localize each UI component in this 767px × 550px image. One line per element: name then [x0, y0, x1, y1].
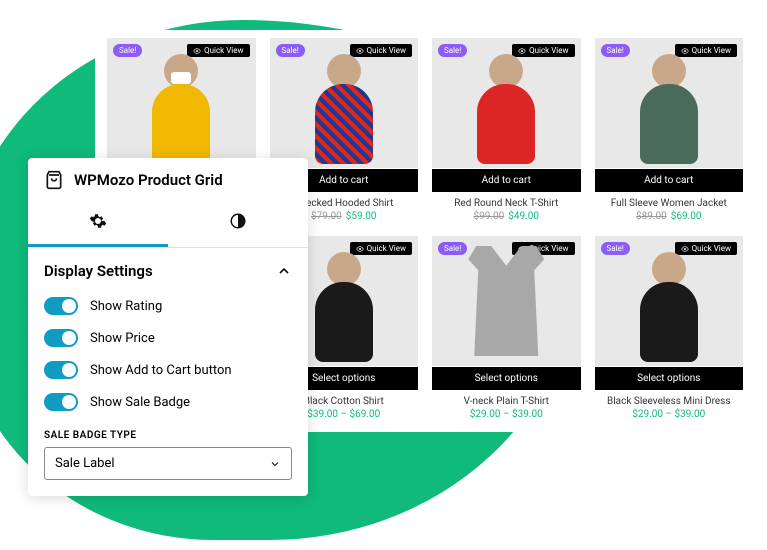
product-card[interactable]: Sale! Quick View Select options V-neck P…	[432, 236, 581, 420]
select-options-button[interactable]: Select options	[432, 367, 581, 390]
contrast-icon	[229, 212, 247, 230]
panel-title: WPMozo Product Grid	[74, 171, 223, 189]
select-value: Sale Label	[55, 456, 115, 471]
product-title: Black Sleeveless Mini Dress	[595, 396, 744, 407]
sale-badge-type-label: SALE BADGE TYPE	[28, 418, 308, 447]
add-to-cart-button[interactable]: Add to cart	[595, 169, 744, 192]
product-image: Sale! Quick View	[595, 236, 744, 366]
toggle-label: Show Rating	[90, 299, 162, 314]
toggle-label: Show Add to Cart button	[90, 363, 232, 378]
product-card[interactable]: Sale! Quick View Select options Black Sl…	[595, 236, 744, 420]
product-card[interactable]: Sale! Quick View Add to cart Red Round N…	[432, 38, 581, 222]
product-image: Sale! Quick View	[270, 38, 419, 168]
sale-badge: Sale!	[601, 44, 630, 57]
toggle-label: Show Sale Badge	[90, 395, 190, 410]
product-image: Sale! Quick View	[107, 38, 256, 168]
toggle-switch[interactable]	[44, 297, 78, 315]
product-card[interactable]: Sale! Quick View Add to cart Full Sleeve…	[595, 38, 744, 222]
select-options-button[interactable]: Select options	[595, 367, 744, 390]
chevron-up-icon	[276, 263, 292, 279]
section-header[interactable]: Display Settings	[28, 248, 308, 290]
toggle-show-cart: Show Add to Cart button	[28, 354, 308, 386]
toggle-switch[interactable]	[44, 361, 78, 379]
toggle-show-rating: Show Rating	[28, 290, 308, 322]
toggle-switch[interactable]	[44, 393, 78, 411]
product-price: $29.00 – $39.00	[595, 409, 744, 420]
toggle-show-price: Show Price	[28, 322, 308, 354]
product-image: Sale! Quick View	[432, 38, 581, 168]
add-to-cart-button[interactable]: Add to cart	[432, 169, 581, 192]
shopping-bag-icon	[44, 170, 64, 190]
product-price: $89.00$69.00	[595, 211, 744, 222]
sale-badge: Sale!	[438, 44, 467, 57]
toggle-switch[interactable]	[44, 329, 78, 347]
sale-badge-type-select[interactable]: Sale Label	[44, 447, 292, 480]
product-price: $29.00 – $39.00	[432, 409, 581, 420]
product-title: Red Round Neck T-Shirt	[432, 198, 581, 209]
product-image: Sale! Quick View	[432, 236, 581, 366]
product-title: Full Sleeve Women Jacket	[595, 198, 744, 209]
tab-style[interactable]	[168, 202, 308, 247]
toggle-label: Show Price	[90, 331, 155, 346]
product-price: $99.00$49.00	[432, 211, 581, 222]
tab-settings[interactable]	[28, 202, 168, 247]
sale-badge: Sale!	[276, 44, 305, 57]
chevron-down-icon	[269, 458, 281, 470]
toggle-show-sale-badge: Show Sale Badge	[28, 386, 308, 418]
sale-badge: Sale!	[601, 242, 630, 255]
tab-row	[28, 202, 308, 248]
sale-badge: Sale!	[113, 44, 142, 57]
settings-panel: WPMozo Product Grid Display Settings Sho…	[28, 158, 308, 496]
gear-icon	[89, 212, 107, 230]
panel-header: WPMozo Product Grid	[28, 158, 308, 202]
product-image: Sale! Quick View	[595, 38, 744, 168]
product-title: V-neck Plain T-Shirt	[432, 396, 581, 407]
section-title: Display Settings	[44, 262, 153, 280]
